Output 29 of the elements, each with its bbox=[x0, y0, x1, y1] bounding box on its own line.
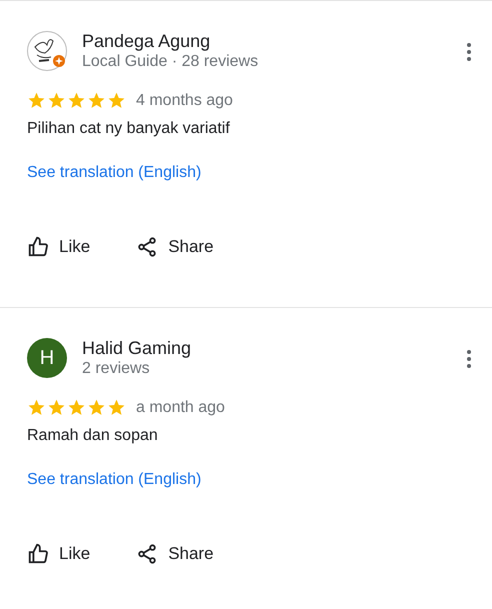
reviewer-name[interactable]: Pandega Agung bbox=[82, 31, 258, 52]
star-icon bbox=[107, 398, 126, 417]
review-text: Pilihan cat ny banyak variatif bbox=[27, 120, 231, 138]
like-button[interactable]: Like bbox=[15, 539, 102, 569]
review-time: a month ago bbox=[136, 398, 225, 416]
translation-link[interactable]: See translation (English) bbox=[27, 164, 202, 182]
like-button[interactable]: Like bbox=[15, 232, 102, 262]
star-icon bbox=[67, 398, 86, 417]
share-icon bbox=[136, 236, 158, 258]
star-icon bbox=[107, 91, 126, 110]
thumbs-up-icon bbox=[27, 236, 49, 258]
reviewer-meta: 2 reviews bbox=[82, 360, 151, 378]
star-icon bbox=[87, 91, 106, 110]
thumbs-up-icon bbox=[27, 543, 49, 565]
star-icon bbox=[47, 398, 66, 417]
star-icon bbox=[27, 398, 46, 417]
avatar: H bbox=[27, 338, 67, 378]
share-button[interactable]: Share bbox=[124, 539, 226, 569]
star-icon bbox=[87, 398, 106, 417]
review-time: 4 months ago bbox=[136, 92, 233, 110]
star-icon bbox=[67, 91, 86, 110]
translation-link[interactable]: See translation (English) bbox=[27, 471, 202, 489]
share-icon bbox=[136, 543, 158, 565]
share-button[interactable]: Share bbox=[124, 232, 226, 262]
review-text: Ramah dan sopan bbox=[27, 427, 159, 445]
reviewer-name[interactable]: Halid Gaming bbox=[82, 338, 192, 359]
star-icon bbox=[47, 91, 66, 110]
reviewer-meta: Local Guide · 28 reviews bbox=[82, 53, 258, 71]
star-icon bbox=[27, 91, 46, 110]
